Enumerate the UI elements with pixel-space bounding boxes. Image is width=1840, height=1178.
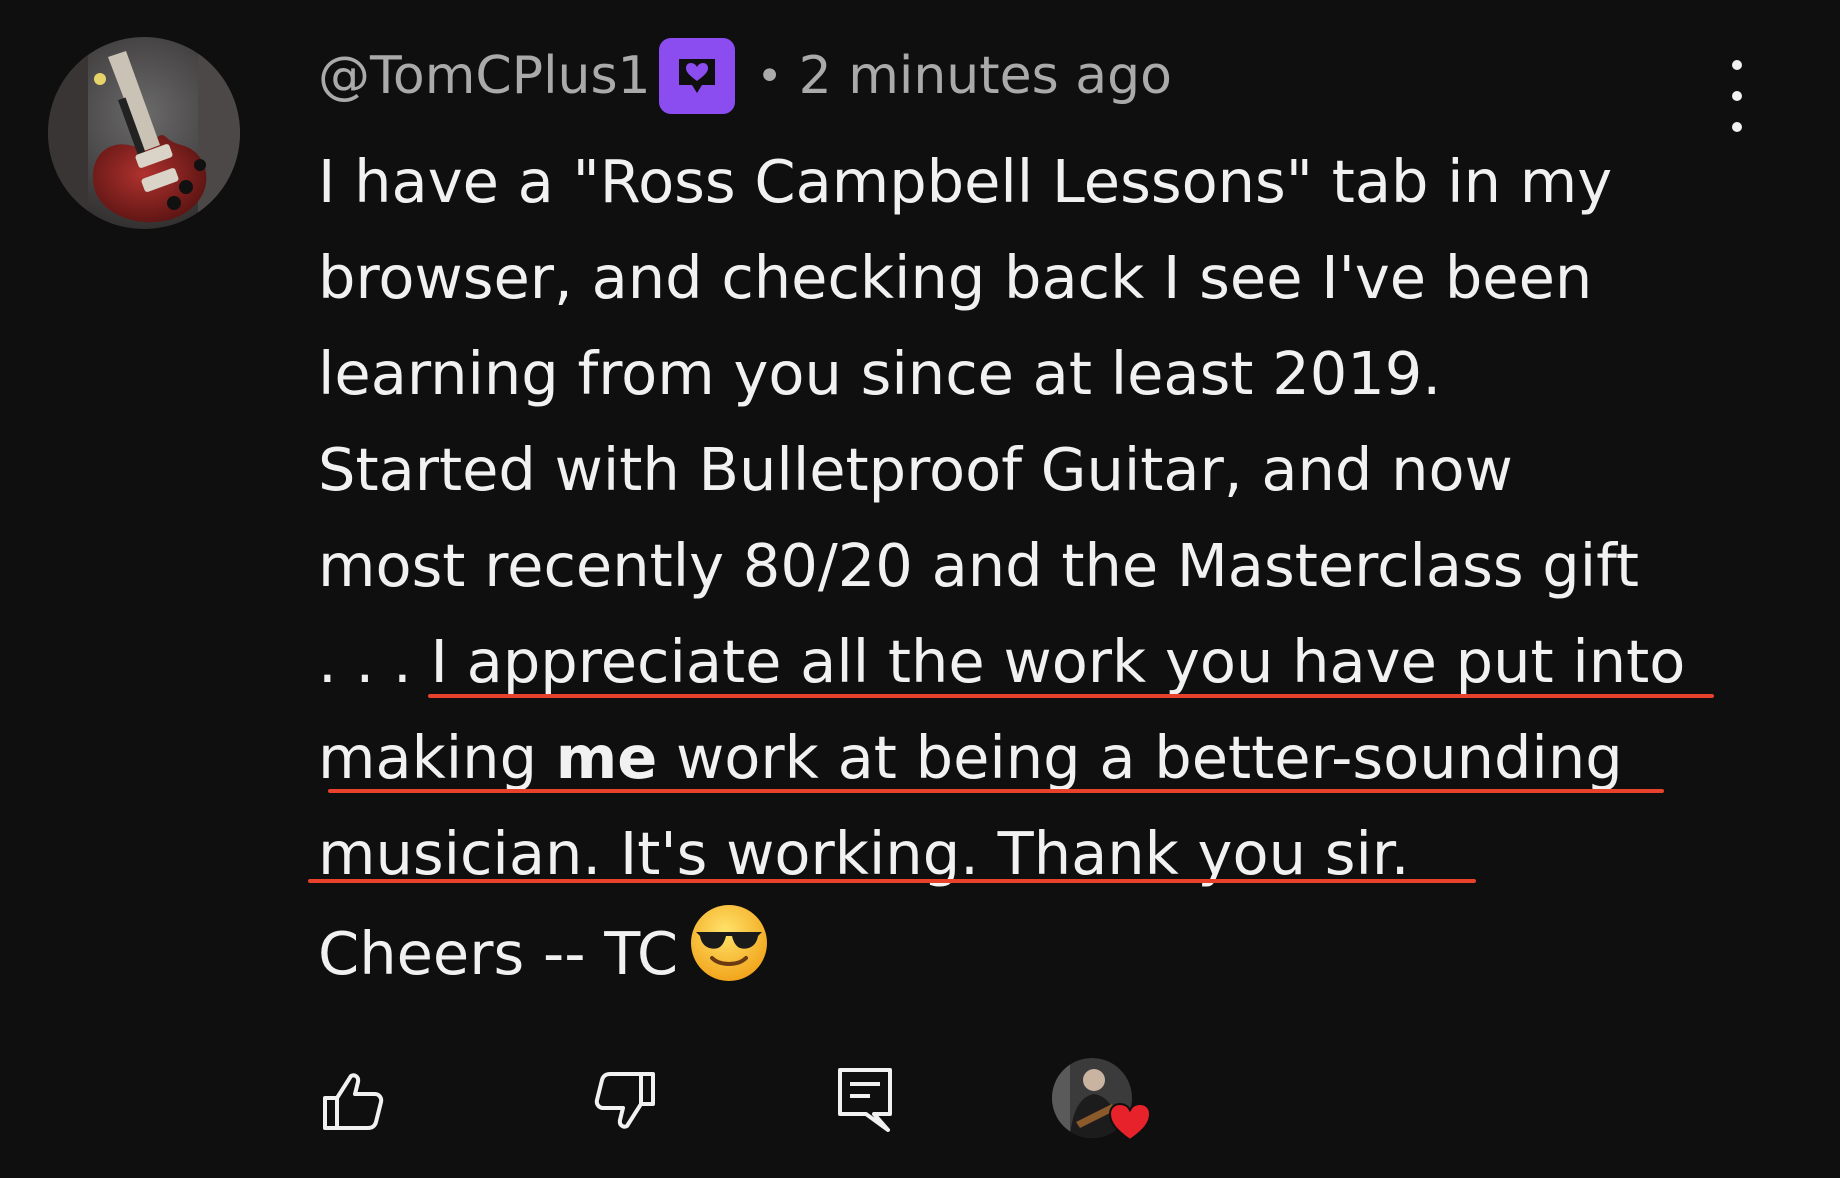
- reply-button[interactable]: [830, 1062, 900, 1138]
- thumbs-up-icon: [323, 1073, 384, 1130]
- like-button[interactable]: [318, 1066, 388, 1136]
- comment-line: musician. It's working. Thank you sir.: [318, 819, 1410, 888]
- reply-comment-icon: [838, 1068, 892, 1132]
- heart-speech-bubble-icon: [658, 38, 735, 114]
- highlighted-text: making: [318, 723, 556, 792]
- comment-line: I have a "Ross Campbell Lessons" tab in …: [318, 147, 1613, 216]
- dislike-button[interactable]: [590, 1066, 660, 1136]
- highlighted-text: work at being a better-sounding: [657, 723, 1623, 792]
- creator-heart-icon[interactable]: [1052, 1058, 1152, 1142]
- dot: [1732, 122, 1742, 132]
- highlight-underline: [328, 789, 1664, 793]
- comment-line: learning from you since at least 2019.: [318, 339, 1442, 408]
- separator-dot: •: [756, 50, 783, 102]
- comment-line: browser, and checking back I see I've be…: [318, 243, 1593, 312]
- heart-icon: [1108, 1102, 1152, 1146]
- sunglasses-emoji-icon: [688, 902, 770, 1012]
- dot: [1732, 60, 1742, 70]
- comment-line: Cheers -- TC: [318, 902, 1738, 1012]
- highlight-underline: [428, 694, 1714, 698]
- author-avatar[interactable]: [48, 37, 240, 229]
- thumbs-down-icon: [594, 1072, 655, 1129]
- highlighted-text: I appreciate all the work you have put i…: [430, 627, 1686, 696]
- comment-line: most recently 80/20 and the Masterclass …: [318, 531, 1640, 600]
- comment-timestamp[interactable]: 2 minutes ago: [799, 46, 1172, 106]
- signoff-text: Cheers -- TC: [318, 919, 679, 988]
- bold-text: me: [555, 723, 658, 792]
- guitar-avatar-image: [48, 37, 240, 229]
- dot: [1732, 91, 1742, 101]
- comment-header: @TomCPlus1 • 2 minutes ago: [318, 36, 1172, 116]
- comment-line: Started with Bulletproof Guitar, and now: [318, 435, 1513, 504]
- more-options-icon[interactable]: [1712, 60, 1762, 132]
- author-name[interactable]: @TomCPlus1: [318, 46, 651, 106]
- ellipsis-text: . . .: [318, 627, 431, 696]
- highlight-underline: [308, 879, 1476, 883]
